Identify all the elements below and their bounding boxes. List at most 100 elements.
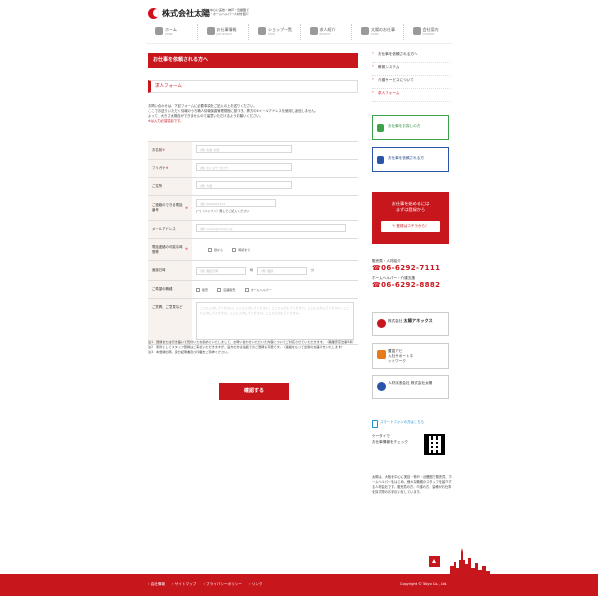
people-icon [309,27,318,35]
footer-link-company[interactable]: › 会社情報 [148,582,165,586]
register-button[interactable]: ✎ 登録はコチラから！ [381,221,440,232]
support-network-banner[interactable]: 豊富アピ 入社サポートネ ットワーク [372,343,449,369]
time-to-label: 時頃まで [238,248,251,252]
interview-date-input[interactable]: (例) 面接日時 [196,266,246,275]
find-jobs-button[interactable]: お仕事をお探しの方 [372,115,449,140]
field-label: ご質問、ご意見など [152,305,183,309]
group-icon [361,27,369,35]
job-store-checkbox[interactable] [217,288,222,292]
phone-input[interactable]: (例) 0662927111 [196,199,276,207]
find-jobs-label: お仕事をお探しの方 [388,124,421,128]
form-title: 求人フォーム [148,80,358,93]
job-helper-checkbox[interactable] [244,288,249,292]
phone-note: (ー)（ハイフン）無しでご記入ください [196,209,250,213]
field-label: メールアドレス [152,227,176,232]
field-label: 面接日時 [152,268,166,273]
nav-job-search[interactable]: お仕事情報 JOB SEARCH [198,24,249,40]
register-banner: お仕事を始めるには まずは登録から ✎ 登録はコチラから！ [372,192,449,244]
shop-icon [258,27,266,35]
sidebar-item-request[interactable]: お仕事を依頼される方へ [372,50,450,63]
network-logo-icon [377,350,386,359]
home-icon [155,27,163,35]
email-input[interactable]: (例) xxxxx@xxxxxx.jp [196,224,346,232]
name-input[interactable]: (例) 太陽 太郎 [196,145,292,153]
nav-recruit[interactable]: 求人紹介 RECRUIT [301,24,352,40]
document-icon [206,27,215,35]
register-line-2: まずは登録から [395,207,426,212]
form-row-phone: ご連絡のできる電話番号 ※ (例) 0662927111 (ー)（ハイフン）無しでご… [148,196,358,221]
time-from-label: 昼から [214,248,224,252]
furigana-input[interactable]: (例) タイヨウ タロウ [196,163,292,171]
sidebar-item-recruit-form[interactable]: 求人フォーム [372,89,450,102]
form-row-furigana: フリガナ ※ (例) タイヨウ タロウ [148,160,358,178]
field-label: 電話連絡の可能な時間帯 [152,244,183,254]
form-row-name: お名前 ※ (例) 太陽 太郎 [148,142,358,160]
job-sales-checkbox[interactable] [196,288,200,292]
dispatch-banner[interactable]: 人材派遣会社 株式会社太陽 [372,375,449,399]
required-mark: ※ [162,148,166,153]
form-notes: 注1 登録または行き届いて気付いたお勧めにいたしまして、お問い合わせいただいた内… [148,340,358,355]
contact-1-phone[interactable]: ☎06-6292-7111 [372,264,452,273]
hand-icon [377,156,384,164]
header-divider [146,43,452,44]
form-row-interview: 面接日時 (例) 面接日時 時 (例) 面談 分 [148,261,358,281]
interview-min-input[interactable]: (例) 面談 [257,266,308,275]
form-row-job-type: ご希望の職種 販売 店舗販売 ホームヘルパー [148,281,358,299]
sidebar-links: お仕事を依頼される方へ 教育システム 介護サービスについて 求人フォーム [372,50,450,102]
comments-textarea[interactable]: ここに入力してください。ここに入力してください。ここに入力してください。ここに入… [196,302,354,340]
field-label: フリガナ [152,166,166,171]
time-from-select[interactable] [208,248,212,252]
building-icon [412,27,421,35]
mobile-title: スマートフォンの方はこちら [372,420,449,428]
qr-code [424,434,445,455]
confirm-button[interactable]: 確認する [219,383,289,400]
required-mark: ※ [185,205,188,210]
tagline-line-2: 販売員・ホームヘルパー人材を紹介 [201,12,249,17]
required-mark: ※ [165,166,169,171]
footer-nav: › 会社情報 › サイトマップ › プライバシーポリシー › リンク [148,582,268,587]
footer [0,574,598,596]
nav-work[interactable]: 太陽のお仕事 WORK [352,24,404,40]
nav-shop[interactable]: ショップ一覧 SHOP [249,24,301,40]
form-row-contact-time: 電話連絡の可能な時間帯 ※ 昼から 時頃まで [148,239,358,261]
company-about: 太陽は、大阪を中心に実技・神戸・近畿圏で販売員、ホームヘルパーをはじめ、様々な職… [372,475,452,494]
register-button-label: 登録はコチラから！ [396,224,429,228]
dispatch-logo-icon [377,382,386,391]
contact-info: 販売員・人材紹介 ☎06-6292-7111 ホームヘルパー・介護支援 ☎06-… [372,256,452,290]
nav-company[interactable]: 会社案内 COMPANY [404,24,455,40]
required-note: ※は入力必須項目です。 [148,119,184,123]
annex-banner[interactable]: 株式会社 太陽アネックス [372,312,449,336]
job-helper-label: ホームヘルパー [250,288,272,292]
annex-name: 太陽アネックス [403,318,433,323]
header-tagline: 太陽を中心に実技・神戸・近畿圏で 販売員・ホームヘルパー人材を紹介 [201,8,249,16]
contact-2-phone[interactable]: ☎06-6292-8882 [372,281,452,290]
form-row-comments: ご質問、ご意見など ここに入力してください。ここに入力してください。ここに入力し… [148,299,358,345]
note-3: 注3 本登録の際、身分証明書及び印鑑をご持参ください。 [148,350,231,354]
global-nav: ホーム HOME お仕事情報 JOB SEARCH ショップ一覧 SHOP 求人紹介 R… [146,24,454,40]
back-to-top-button[interactable] [429,556,440,567]
request-work-button[interactable]: お仕事を依頼される方 [372,147,449,172]
address-input[interactable]: (例) 大阪 [196,181,292,189]
footer-link-links[interactable]: › リンク [249,582,262,586]
form-intro: お問い合わせは、下記フォームに必要事項をご記入の上お送りください。 ここでお送り… [148,104,358,124]
form-row-email: メールアドレス (例) xxxxx@xxxxxx.jp [148,221,358,239]
city-skyline-icon [450,548,490,574]
minute-label: 分 [311,268,315,273]
annex-small: 株式会社 [388,319,403,323]
time-to-select[interactable] [232,248,237,252]
field-label: ご希望の職種 [152,287,173,292]
copyright: Copyright © Taiyo Co., Ltd. [400,582,448,586]
annex-logo-icon [377,319,386,328]
sidebar-item-education[interactable]: 教育システム [372,63,450,76]
request-form: お名前 ※ (例) 太陽 太郎 フリガナ ※ (例) タイヨウ タロウ ご住所 (例… [148,141,358,345]
hour-label: 時 [250,268,254,273]
nav-home[interactable]: ホーム HOME [146,24,198,40]
field-label: ご連絡のできる電話番号 [152,203,183,212]
footer-link-sitemap[interactable]: › サイトマップ [172,582,196,586]
job-store-label: 店舗販売 [223,288,236,292]
sidebar-item-care[interactable]: 介護サービスについて [372,76,450,89]
footer-link-privacy[interactable]: › プライバシーポリシー [203,582,241,586]
required-mark: ※ [185,247,188,252]
company-logo-icon[interactable] [148,8,159,19]
field-label: ご住所 [152,184,163,189]
